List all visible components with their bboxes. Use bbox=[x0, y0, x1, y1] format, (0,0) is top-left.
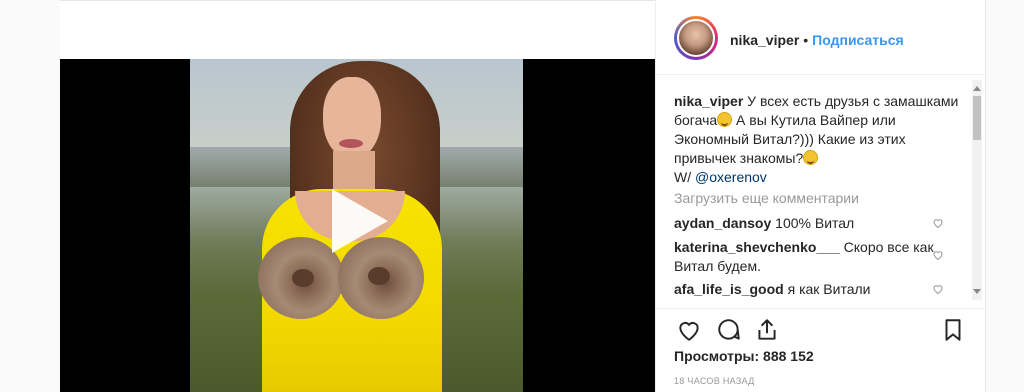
scroll-down-icon[interactable] bbox=[973, 289, 981, 294]
follow-button[interactable]: Подписаться bbox=[812, 32, 904, 48]
media-top-area bbox=[60, 1, 655, 59]
comments-list: nika_viper У всех есть друзья с замашкам… bbox=[656, 76, 986, 308]
header-username[interactable]: nika_viper bbox=[730, 32, 799, 48]
post-header: nika_viper • Подписаться bbox=[656, 0, 986, 75]
load-more-comments[interactable]: Загрузить еще комментарии bbox=[674, 190, 859, 206]
comment-username[interactable]: aydan_dansoy bbox=[674, 215, 771, 231]
comment-icon[interactable] bbox=[716, 317, 742, 343]
comment-username[interactable]: katerina_shevchenko___ bbox=[674, 239, 840, 255]
heart-icon[interactable] bbox=[932, 217, 944, 229]
comment-text: 100% Витал bbox=[775, 215, 855, 231]
comments-scrollbar[interactable] bbox=[972, 80, 982, 300]
post-sidebar: nika_viper • Подписаться nika_viper У всех… bbox=[655, 0, 986, 392]
header-separator: • bbox=[803, 32, 809, 48]
comment-username[interactable]: afa_life_is_good bbox=[674, 281, 784, 297]
comment-row: aydan_dansoy 100% Витал bbox=[674, 214, 964, 233]
heart-icon[interactable] bbox=[932, 283, 944, 295]
heart-icon[interactable] bbox=[932, 249, 944, 261]
play-icon[interactable] bbox=[332, 189, 388, 253]
lips bbox=[339, 139, 363, 148]
caption-prefix: W/ bbox=[674, 169, 695, 185]
video-player[interactable] bbox=[60, 59, 655, 392]
caption-mention[interactable]: @oxerenov bbox=[695, 169, 767, 185]
comment-text: я как Витали bbox=[787, 281, 871, 297]
post-timestamp[interactable]: 18 ЧАСОВ НАЗАД bbox=[674, 376, 755, 386]
caption: nika_viper У всех есть друзья с замашкам… bbox=[674, 92, 964, 187]
scrollbar-thumb[interactable] bbox=[973, 96, 981, 140]
avatar[interactable] bbox=[674, 16, 718, 60]
avatar-image bbox=[677, 19, 715, 57]
bookmark-icon[interactable] bbox=[940, 317, 966, 343]
heart-icon[interactable] bbox=[676, 317, 702, 343]
comment-row: afa_life_is_good я как Витали bbox=[674, 280, 964, 299]
smiling-emoji-icon bbox=[803, 150, 819, 165]
action-bar bbox=[656, 308, 986, 348]
caption-username[interactable]: nika_viper bbox=[674, 93, 743, 109]
share-icon[interactable] bbox=[754, 317, 780, 343]
laughing-emoji-icon bbox=[717, 112, 733, 127]
comment-row: katerina_shevchenko___ Скоро все как Вит… bbox=[674, 238, 964, 276]
views-count: Просмотры: 888 152 bbox=[674, 348, 814, 364]
header-text: nika_viper • Подписаться bbox=[730, 32, 904, 48]
scroll-up-icon[interactable] bbox=[973, 86, 981, 91]
